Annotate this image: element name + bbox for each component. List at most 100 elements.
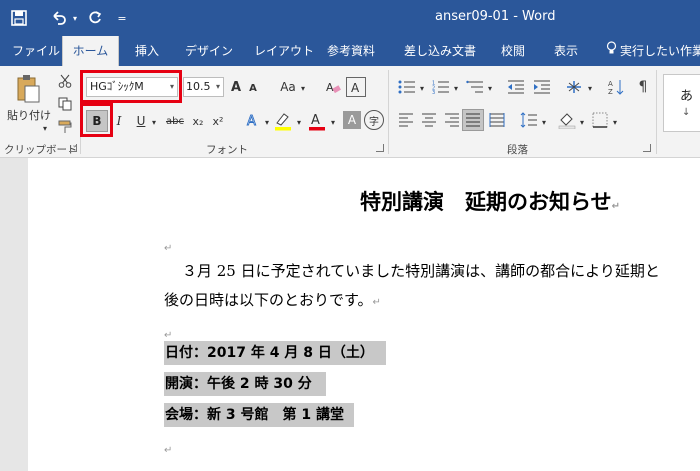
styles-gallery[interactable]: あ ↓ <box>663 74 700 132</box>
increase-indent-icon[interactable] <box>531 78 553 96</box>
sort-icon[interactable]: AZ <box>606 78 628 96</box>
numbering-icon[interactable]: 123 <box>430 78 452 96</box>
tab-file[interactable]: ファイル <box>8 36 64 66</box>
font-launcher-icon[interactable] <box>376 144 384 152</box>
group-divider <box>388 70 389 154</box>
distributed-icon[interactable] <box>487 110 507 130</box>
clear-formatting-icon[interactable]: A <box>323 77 343 97</box>
redo-icon[interactable] <box>84 8 106 28</box>
paste-button-label[interactable]: 貼り付け <box>6 108 52 122</box>
format-painter-icon[interactable] <box>56 118 74 136</box>
align-right-icon[interactable] <box>442 110 462 130</box>
character-shading-button[interactable]: A <box>343 111 361 129</box>
paragraph-launcher-icon[interactable] <box>643 144 651 152</box>
underline-dropdown-icon[interactable]: ▾ <box>150 117 158 127</box>
paragraph-mark: ↵ <box>164 243 173 254</box>
text-effects-dropdown-icon[interactable]: ▾ <box>263 117 271 127</box>
tab-view[interactable]: 表示 <box>550 36 582 66</box>
numbering-dropdown-icon[interactable]: ▾ <box>452 83 460 93</box>
svg-text:A: A <box>351 81 360 94</box>
highlight-dropdown-icon[interactable]: ▾ <box>295 117 303 127</box>
superscript-button[interactable]: x² <box>210 112 226 130</box>
font-name-combobox[interactable]: HGｺﾞｼｯｸM ▾ <box>86 77 178 97</box>
line-spacing-dropdown-icon[interactable]: ▾ <box>540 117 548 127</box>
shading-icon[interactable] <box>557 110 577 130</box>
character-border-icon[interactable]: A <box>346 77 366 97</box>
change-case-dropdown-icon[interactable]: ▾ <box>299 83 307 93</box>
empty-paragraph[interactable]: ↵ <box>164 236 172 255</box>
paste-dropdown-icon[interactable]: ▾ <box>40 124 50 133</box>
lightbulb-icon <box>606 36 617 66</box>
copy-icon[interactable] <box>56 95 74 113</box>
multilevel-list-icon[interactable] <box>464 78 486 96</box>
title-bar: ▾ = anser09-01 - Word <box>0 0 700 36</box>
subscript-button[interactable]: x₂ <box>190 112 206 130</box>
asian-layout-icon[interactable] <box>563 78 585 96</box>
font-name-dropdown-icon[interactable]: ▾ <box>170 78 174 96</box>
shading-dropdown-icon[interactable]: ▾ <box>578 117 586 127</box>
tell-me-box[interactable]: 実行したい作業 <box>602 36 700 66</box>
align-center-icon[interactable] <box>419 110 439 130</box>
detail-line-venue[interactable]: 会場：新 3 号館 第 1 講堂 <box>164 403 354 427</box>
window-title: anser09-01 - Word <box>435 9 556 24</box>
undo-icon[interactable] <box>48 8 70 28</box>
tell-me-label: 実行したい作業 <box>620 44 700 58</box>
cut-icon[interactable] <box>56 72 74 90</box>
tab-mailings[interactable]: 差し込み文書 <box>400 36 480 66</box>
group-divider <box>656 70 657 154</box>
clipboard-group-label: クリップボード <box>4 144 78 156</box>
font-size-dropdown-icon[interactable]: ▾ <box>216 78 220 96</box>
undo-dropdown-icon[interactable]: ▾ <box>70 8 80 28</box>
tab-home[interactable]: ホーム <box>62 36 119 66</box>
shrink-font-button[interactable]: A <box>246 80 260 96</box>
strikethrough-button[interactable]: abc <box>164 112 186 130</box>
align-left-icon[interactable] <box>396 110 416 130</box>
font-color-dropdown-icon[interactable]: ▾ <box>329 117 337 127</box>
ribbon-home: 貼り付け ▾ クリップボード HGｺﾞｼｯｸM ▾ 10.5 ▾ A A Aa … <box>0 66 700 158</box>
highlight-color-icon[interactable] <box>273 110 293 132</box>
empty-paragraph[interactable]: ↵ <box>164 323 172 342</box>
tab-layout[interactable]: レイアウト <box>250 36 318 66</box>
bullets-dropdown-icon[interactable]: ▾ <box>418 83 426 93</box>
paste-icon[interactable] <box>14 74 42 104</box>
body-paragraph-line-2[interactable]: 後の日時は以下のとおりです。↵ <box>164 289 381 310</box>
customize-quick-access-icon[interactable]: = <box>115 8 129 28</box>
asian-layout-dropdown-icon[interactable]: ▾ <box>586 83 594 93</box>
font-color-icon[interactable]: A <box>307 110 327 132</box>
detail-line-time[interactable]: 開演：午後 2 時 30 分 <box>164 372 326 396</box>
tab-design[interactable]: デザイン <box>181 36 237 66</box>
borders-dropdown-icon[interactable]: ▾ <box>611 117 619 127</box>
change-case-button[interactable]: Aa <box>277 78 299 96</box>
tab-references[interactable]: 参考資料 <box>323 36 379 66</box>
clipboard-launcher-icon[interactable] <box>69 144 77 152</box>
bold-button[interactable]: B <box>86 110 108 132</box>
font-group-label: フォント <box>206 144 248 156</box>
paragraph-mark: ↵ <box>164 445 173 456</box>
document-page[interactable]: 特別講演 延期のお知らせ↵ ↵ ３月 25 日に予定されていました特別講演は、講… <box>28 158 700 471</box>
document-title[interactable]: 特別講演 延期のお知らせ↵ <box>360 186 620 216</box>
show-formatting-marks-icon[interactable]: ¶ <box>633 78 653 96</box>
body-paragraph-line-1[interactable]: ３月 25 日に予定されていました特別講演は、講師の都合により延期と <box>182 260 660 281</box>
borders-icon[interactable] <box>590 110 610 130</box>
save-icon[interactable] <box>8 8 30 28</box>
font-size-combobox[interactable]: 10.5 ▾ <box>183 77 224 97</box>
bullets-icon[interactable] <box>396 78 418 96</box>
font-name-value: HGｺﾞｼｯｸM <box>90 80 144 93</box>
empty-paragraph[interactable]: ↵ <box>164 438 172 457</box>
tab-insert[interactable]: 挿入 <box>131 36 163 66</box>
italic-button[interactable]: I <box>112 112 126 130</box>
grow-font-button[interactable]: A <box>228 78 244 96</box>
multilevel-dropdown-icon[interactable]: ▾ <box>486 83 494 93</box>
detail-line-date[interactable]: 日付：2017 年 4 月 8 日（土） <box>164 341 386 365</box>
enclose-characters-button[interactable]: 字 <box>364 110 384 130</box>
line-spacing-icon[interactable] <box>519 110 539 130</box>
justify-icon[interactable] <box>462 109 484 131</box>
decrease-indent-icon[interactable] <box>505 78 527 96</box>
svg-text:A: A <box>247 114 256 128</box>
underline-button[interactable]: U <box>134 112 148 130</box>
tab-review[interactable]: 校閲 <box>497 36 529 66</box>
svg-text:A: A <box>311 113 320 128</box>
paragraph-group-label: 段落 <box>507 144 528 156</box>
detail-date-text: 日付：2017 年 4 月 8 日（土） <box>164 341 386 365</box>
text-effects-icon[interactable]: A <box>243 110 263 130</box>
